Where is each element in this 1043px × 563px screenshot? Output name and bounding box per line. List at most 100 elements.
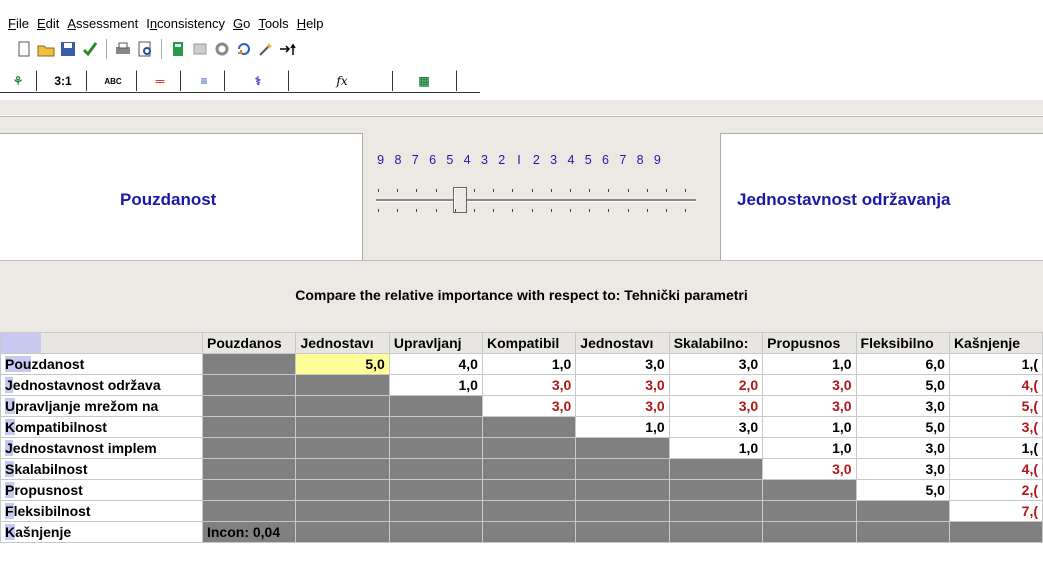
slider-track[interactable] xyxy=(376,199,696,202)
comparison-scale: 98765432I23456789 xyxy=(372,153,712,167)
column-header[interactable]: Fleksibilno xyxy=(855,332,950,354)
matrix-cell[interactable]: 4,( xyxy=(948,374,1043,396)
menu-inconsistency[interactable]: Inconsistency xyxy=(142,16,229,31)
row-header[interactable]: Jednostavnost održava xyxy=(0,374,203,396)
right-criterion-box[interactable]: Jednostavnost održavanja xyxy=(720,133,1043,263)
matrix-cell[interactable]: 2,0 xyxy=(668,374,764,396)
gear-icon[interactable] xyxy=(212,39,232,59)
column-header[interactable]: Jednostavı xyxy=(575,332,670,354)
matrix-cell[interactable]: 1,0 xyxy=(481,353,577,375)
matrix-cell[interactable]: 3,0 xyxy=(855,395,950,417)
matrix-cell[interactable]: 7,( xyxy=(948,500,1043,522)
left-criterion-box[interactable]: Pouzdanost xyxy=(0,133,363,263)
matrix-cell[interactable]: 1,( xyxy=(948,353,1043,375)
matrix-cell[interactable]: 3,0 xyxy=(855,458,950,480)
matrix-cell[interactable]: 1,0 xyxy=(762,437,857,459)
matrix-cell[interactable]: 3,0 xyxy=(481,374,577,396)
row-header[interactable]: Skalabilnost xyxy=(0,458,203,480)
matrix-cell[interactable]: 3,0 xyxy=(762,395,857,417)
checkmark-icon[interactable] xyxy=(80,39,100,59)
column-header[interactable]: Jednostavı xyxy=(295,332,390,354)
matrix-cell[interactable]: 3,0 xyxy=(668,416,764,438)
scale-ticks-top xyxy=(378,189,698,193)
tab-formula-icon[interactable]: fx xyxy=(292,70,393,91)
matrix-cell[interactable]: 2,( xyxy=(948,479,1043,501)
tab-bars-icon[interactable]: ≡ xyxy=(184,70,225,91)
row-header[interactable]: Kompatibilnost xyxy=(0,416,203,438)
open-folder-icon[interactable] xyxy=(36,39,56,59)
matrix-cell[interactable]: 3,0 xyxy=(481,395,577,417)
row-header[interactable]: Propusnost xyxy=(0,479,203,501)
matrix-cell[interactable]: 6,0 xyxy=(855,353,950,375)
scale-tick xyxy=(512,209,514,212)
row-header[interactable]: Fleksibilnost xyxy=(0,500,203,522)
tab-matrix-icon[interactable]: ▦ xyxy=(392,70,457,91)
matrix-cell xyxy=(668,500,764,522)
matrix-cell[interactable]: 4,( xyxy=(948,458,1043,480)
print-preview-icon[interactable] xyxy=(135,39,155,59)
scale-tick xyxy=(493,189,495,192)
inconsistency-ratio: Incon: 0,04 xyxy=(201,521,297,543)
matrix-cell[interactable]: 3,0 xyxy=(575,353,670,375)
matrix-cell[interactable]: 1,0 xyxy=(762,353,857,375)
matrix-cell xyxy=(668,521,764,543)
column-header[interactable]: Skalabilno: xyxy=(668,332,764,354)
menu-help[interactable]: Help xyxy=(293,16,328,31)
menu-assessment[interactable]: Assessment xyxy=(63,16,142,31)
view-tabs: ⚘ 3:1 ABC ═ ≡ ⚕ fx ▦ xyxy=(0,64,1043,94)
matrix-cell[interactable]: 1,0 xyxy=(668,437,764,459)
table-row: Skalabilnost 3,0 3,0 4,( xyxy=(0,458,1043,480)
matrix-cell xyxy=(575,458,670,480)
column-header[interactable]: Upravljanj xyxy=(388,332,483,354)
menu-tools[interactable]: Tools xyxy=(254,16,292,31)
tab-tree-icon[interactable]: ⚘ xyxy=(0,70,37,91)
matrix-cell[interactable]: 1,0 xyxy=(762,416,857,438)
calculator-icon[interactable] xyxy=(168,39,188,59)
column-header[interactable]: Propusnos xyxy=(762,332,857,354)
matrix-cell[interactable]: 5,0 xyxy=(855,374,950,396)
row-header[interactable]: Upravljanje mrežom na xyxy=(0,395,203,417)
tab-numeric-compare-icon[interactable]: 3:1 xyxy=(40,70,87,91)
matrix-cell[interactable]: 3,0 xyxy=(668,395,764,417)
matrix-cell[interactable]: 3,0 xyxy=(575,395,670,417)
matrix-cell xyxy=(575,479,670,501)
wand-icon[interactable] xyxy=(256,39,276,59)
chart-disabled-icon[interactable] xyxy=(190,39,210,59)
menu-go[interactable]: Go xyxy=(229,16,254,31)
row-header[interactable]: Jednostavnost implem xyxy=(0,437,203,459)
scale-ticks-bottom xyxy=(378,209,698,213)
matrix-cell[interactable]: 3,0 xyxy=(575,374,670,396)
matrix-cell[interactable]: 4,0 xyxy=(388,353,483,375)
tab-verbal-compare-icon[interactable]: ABC xyxy=(90,70,137,91)
matrix-cell[interactable]: 3,0 xyxy=(668,353,764,375)
matrix-cell[interactable]: 5,0 xyxy=(855,416,950,438)
matrix-cell[interactable]: 3,( xyxy=(948,416,1043,438)
graphic-compare-icon: ═ xyxy=(155,74,165,88)
save-icon[interactable] xyxy=(58,39,78,59)
matrix-cell[interactable]: 3,0 xyxy=(855,437,950,459)
menu-file[interactable]: File xyxy=(4,16,33,31)
column-header[interactable]: Kašnjenje xyxy=(948,332,1043,354)
row-header[interactable]: Pouzdanost xyxy=(0,353,203,375)
tab-questionnaire-icon[interactable]: ⚕ xyxy=(228,70,289,91)
matrix-cell[interactable]: 5,( xyxy=(948,395,1043,417)
column-header[interactable]: Pouzdanos xyxy=(201,332,297,354)
menu-edit[interactable]: Edit xyxy=(33,16,63,31)
matrix-cell xyxy=(855,521,950,543)
menu-bar: File Edit Assessment Inconsistency Go Tools He… xyxy=(0,0,1043,36)
matrix-cell[interactable]: 5,0 xyxy=(295,353,390,375)
matrix-cell[interactable]: 1,( xyxy=(948,437,1043,459)
matrix-cell xyxy=(481,437,577,459)
matrix-cell[interactable]: 3,0 xyxy=(762,458,857,480)
refresh-icon[interactable] xyxy=(234,39,254,59)
column-header[interactable]: Kompatibil xyxy=(481,332,577,354)
print-icon[interactable] xyxy=(113,39,133,59)
matrix-cell[interactable]: 5,0 xyxy=(855,479,950,501)
arrow-right-up-icon[interactable] xyxy=(278,39,298,59)
matrix-cell[interactable]: 3,0 xyxy=(762,374,857,396)
matrix-cell[interactable]: 1,0 xyxy=(388,374,483,396)
tab-graphic-compare-icon[interactable]: ═ xyxy=(140,70,181,91)
row-header[interactable]: Kašnjenje xyxy=(0,521,203,543)
matrix-cell[interactable]: 1,0 xyxy=(575,416,670,438)
new-file-icon[interactable] xyxy=(14,39,34,59)
